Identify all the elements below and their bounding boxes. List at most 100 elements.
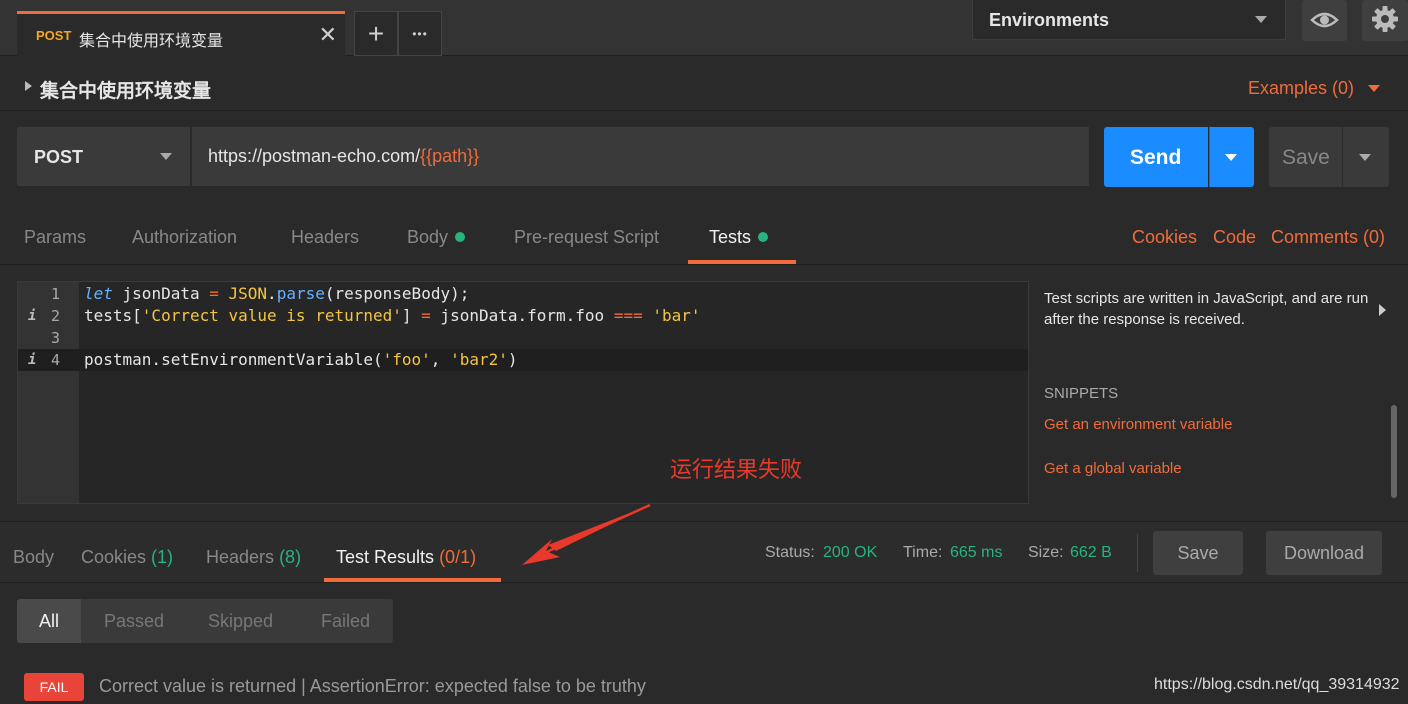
request-tab-method: POST	[36, 28, 72, 43]
save-request-label: Save	[1282, 146, 1330, 169]
download-response-button[interactable]: Download	[1266, 531, 1382, 575]
caret-down-icon	[160, 153, 172, 160]
new-tab-button[interactable]: +	[354, 11, 398, 56]
tab-body-label: Body	[407, 227, 449, 247]
method-select[interactable]: POST	[17, 127, 190, 186]
tab-headers[interactable]: Headers	[291, 227, 359, 248]
environment-select-label: Environments	[989, 10, 1110, 30]
caret-down-icon	[1225, 154, 1237, 161]
resp-tab-cookies[interactable]: Cookies (1)	[81, 547, 173, 568]
url-variable: {{path}}	[420, 146, 480, 166]
caret-down-icon[interactable]	[1368, 85, 1380, 92]
url-input-value[interactable]: https://postman-echo.com/{{path}}	[208, 146, 479, 167]
send-button-label: Send	[1130, 146, 1182, 169]
send-button[interactable]: Send	[1104, 127, 1208, 187]
tab-body[interactable]: Body	[407, 227, 466, 248]
tab-params[interactable]: Params	[24, 227, 86, 248]
filter-failed[interactable]: Failed	[321, 611, 370, 632]
tab-tests-label: Tests	[709, 227, 752, 247]
snippets-scrollbar[interactable]	[1391, 405, 1397, 498]
count-badge: (1)	[151, 547, 174, 567]
url-base: https://postman-echo.com/	[208, 146, 421, 166]
triangle-right-icon[interactable]	[1379, 304, 1386, 316]
response-bar: Body Cookies (1) Headers (8) Test Result…	[0, 521, 1408, 583]
comments-link[interactable]: Comments (0)	[1271, 227, 1385, 248]
fail-badge: FAIL	[24, 673, 84, 701]
time-value: 665 ms	[950, 544, 1003, 561]
save-response-button[interactable]: Save	[1153, 531, 1243, 575]
line-number: 3	[50, 329, 60, 347]
save-request-button[interactable]: Save	[1269, 127, 1342, 187]
code-text: let jsonData = JSON.parse(responseBody);	[84, 284, 470, 303]
snippet-get-environment-variable[interactable]: Get an environment variable	[1044, 416, 1232, 433]
request-title[interactable]: 集合中使用环境变量	[40, 76, 211, 103]
request-tab[interactable]: POST 集合中使用环境变量 ✕	[17, 11, 345, 56]
status-dot-icon	[758, 232, 769, 243]
filter-passed[interactable]: Passed	[104, 611, 164, 632]
resp-tab-headers[interactable]: Headers (8)	[206, 547, 301, 568]
environment-select[interactable]: Environments	[972, 0, 1286, 40]
tab-prerequest-script[interactable]: Pre-request Script	[514, 227, 659, 248]
more-icon: •••	[412, 27, 428, 41]
url-input[interactable]: https://postman-echo.com/{{path}}	[192, 127, 1089, 186]
tab-authorization[interactable]: Authorization	[132, 227, 237, 248]
code-text: postman.setEnvironmentVariable('foo', 'b…	[84, 350, 518, 369]
cookies-link[interactable]: Cookies	[1132, 227, 1197, 248]
filter-skipped[interactable]: Skipped	[208, 611, 273, 632]
test-results-filter: All Passed Skipped Failed	[17, 599, 393, 643]
code-line-active[interactable]: i 4 postman.setEnvironmentVariable('foo'…	[18, 349, 1028, 371]
method-select-label: POST	[34, 147, 84, 167]
request-name-row: 集合中使用环境变量 Examples (0)	[0, 57, 1408, 111]
close-icon[interactable]: ✕	[319, 24, 337, 46]
code-text: tests['Correct value is returned'] = jso…	[84, 306, 701, 325]
status-value: 200 OK	[823, 544, 878, 561]
triangle-right-icon[interactable]	[25, 81, 32, 91]
tests-help-text: Test scripts are written in JavaScript, …	[1044, 290, 1369, 328]
resp-tab-test-results[interactable]: Test Results (0/1)	[336, 547, 476, 568]
plus-icon: +	[367, 18, 385, 49]
line-number: 2	[50, 307, 60, 325]
annotation-text: 运行结果失败	[670, 458, 803, 483]
status-dot-icon	[455, 232, 466, 243]
resp-tab-test-results-label: Test Results	[336, 547, 435, 567]
request-tabs: Params Authorization Headers Body Pre-re…	[0, 205, 1408, 265]
more-tabs-button[interactable]: •••	[398, 11, 442, 56]
examples-link[interactable]: Examples (0)	[1248, 78, 1354, 99]
code-link[interactable]: Code	[1213, 227, 1256, 248]
resp-tab-cookies-label: Cookies	[81, 547, 147, 567]
active-tab-indicator	[688, 260, 796, 264]
snippet-get-global-variable[interactable]: Get a global variable	[1044, 460, 1182, 477]
active-tab-indicator	[324, 578, 501, 582]
tab-tests[interactable]: Tests	[709, 227, 769, 248]
status-label: Status:	[765, 544, 815, 561]
settings-button[interactable]	[1362, 0, 1408, 41]
test-result-text: Correct value is returned | AssertionErr…	[99, 676, 646, 696]
code-line[interactable]: 1 let jsonData = JSON.parse(responseBody…	[18, 283, 1028, 305]
send-dropdown-button[interactable]	[1209, 127, 1254, 187]
caret-down-icon	[1255, 16, 1267, 23]
line-number: 1	[50, 285, 60, 303]
time-label: Time:	[903, 544, 943, 561]
caret-down-icon	[1359, 154, 1371, 161]
code-line[interactable]: 3	[18, 327, 1028, 349]
filter-all[interactable]: All	[39, 611, 59, 632]
resp-tab-body[interactable]: Body	[13, 547, 54, 568]
watermark-url: https://blog.csdn.net/qq_39314932	[1154, 676, 1400, 693]
size-label: Size:	[1028, 544, 1064, 561]
save-dropdown-button[interactable]	[1343, 127, 1389, 187]
gear-icon	[1372, 6, 1398, 32]
count-badge: (0/1)	[439, 547, 477, 567]
environment-quick-look-button[interactable]	[1302, 0, 1347, 41]
request-tab-name: 集合中使用环境变量	[79, 33, 224, 50]
eye-icon	[1310, 12, 1339, 28]
top-tab-bar: POST 集合中使用环境变量 ✕ + ••• Environments	[0, 0, 1408, 56]
snippets-header: SNIPPETS	[1044, 385, 1119, 402]
count-badge: (8)	[279, 547, 302, 567]
divider	[1137, 534, 1138, 572]
size-value: 662 B	[1070, 544, 1112, 561]
resp-tab-headers-label: Headers	[206, 547, 275, 567]
line-number: 4	[50, 351, 60, 369]
tests-code-editor[interactable]: 1 let jsonData = JSON.parse(responseBody…	[17, 281, 1029, 504]
code-line[interactable]: i 2 tests['Correct value is returned'] =…	[18, 305, 1028, 327]
arrow-annotation-icon	[522, 503, 651, 565]
